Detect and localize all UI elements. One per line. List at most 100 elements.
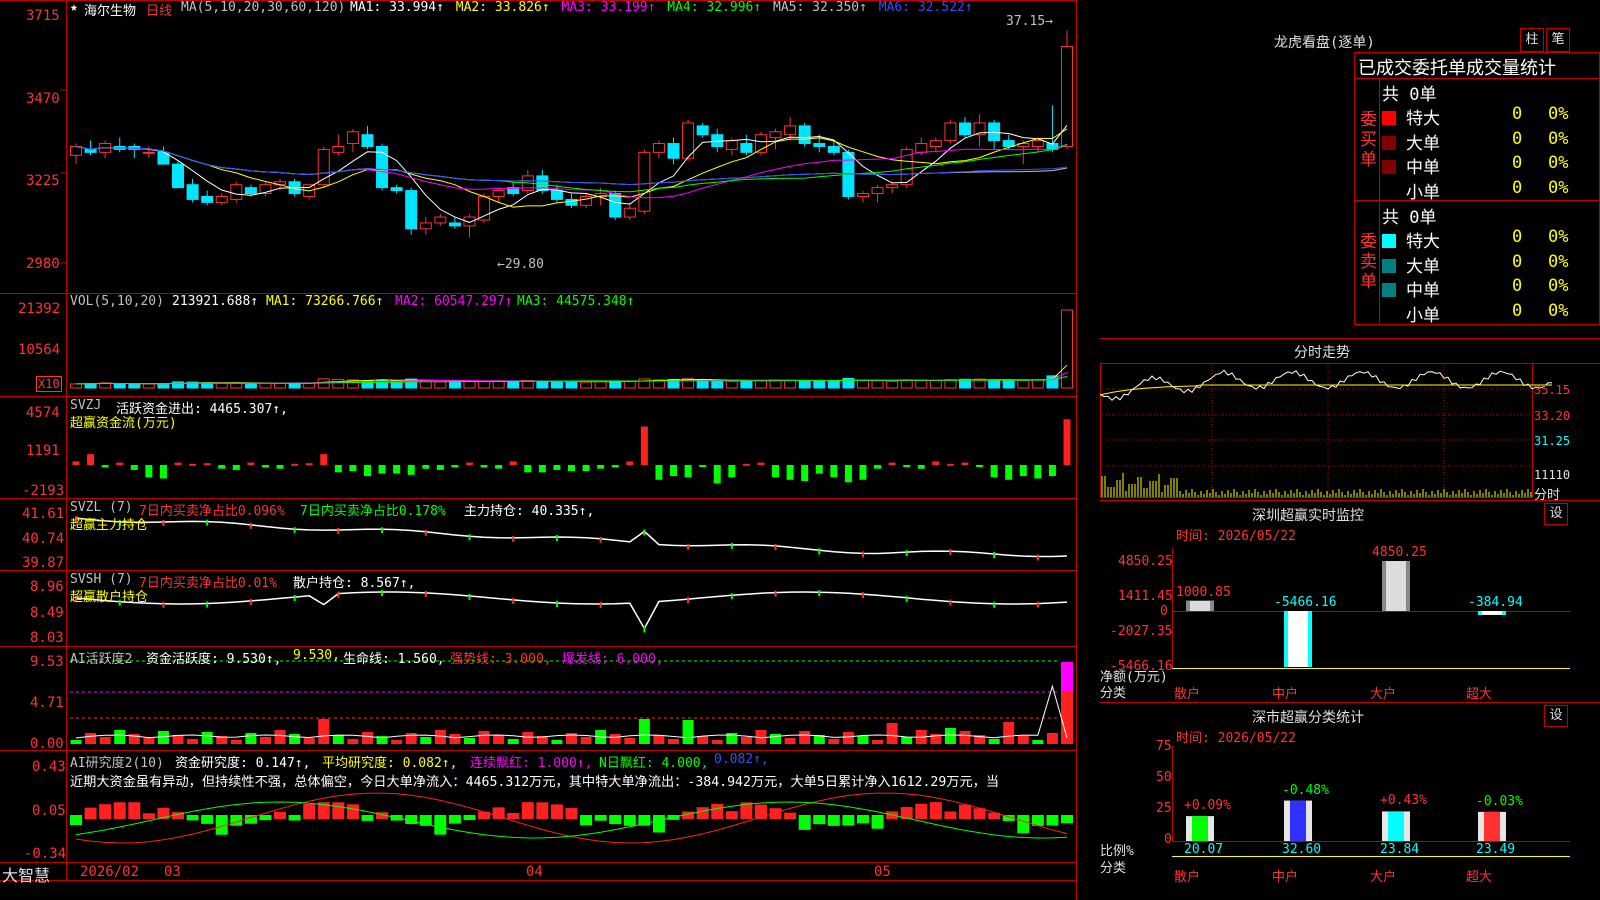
monitor-bar-中户 — [1284, 611, 1312, 667]
class-settings-button[interactable]: 设 — [1544, 705, 1568, 727]
vol-value: 213921.688↑ — [172, 294, 259, 309]
intraday-tick-2: 33.20 — [1534, 409, 1571, 423]
active-bar — [1003, 722, 1015, 744]
research-bar — [784, 812, 797, 819]
flow-bar — [757, 462, 765, 465]
flow-bar — [961, 462, 969, 465]
active-bar — [522, 732, 534, 744]
active-bar — [988, 739, 1000, 744]
monitor-title: 深圳超赢实时监控 — [1252, 508, 1364, 524]
tick-mode-button[interactable]: 笔 — [1546, 28, 1570, 52]
monitor-bar-散户 — [1186, 600, 1214, 611]
intraday-title[interactable]: 分时走势 — [1294, 342, 1350, 362]
research-bar — [128, 802, 141, 819]
active-bar — [274, 730, 286, 744]
vol-unit-badge[interactable]: X10 — [36, 376, 62, 392]
volume-bar — [113, 383, 126, 389]
monitor-bar-edge — [1210, 600, 1214, 611]
flow-bar — [1005, 465, 1013, 480]
volume-bar — [128, 383, 141, 389]
monitor-tick-2: 1411.45 — [1118, 589, 1173, 604]
class-cat-2: 中户 — [1272, 870, 1299, 885]
stat-row-name: 特大 — [1406, 109, 1440, 129]
flow-bar — [597, 465, 605, 469]
ma-item-3: MA3: 33.199↑ — [561, 0, 664, 15]
svsh-subtitle: 超赢散户持仓 — [70, 590, 149, 605]
active-bar — [1032, 740, 1044, 744]
flow-bar — [159, 465, 167, 479]
volume-bar — [492, 380, 505, 389]
research-bar — [113, 802, 126, 819]
active-bar — [711, 740, 723, 744]
active-bar — [784, 738, 796, 744]
legend-swatch — [1382, 258, 1396, 273]
active-bar — [770, 734, 782, 744]
research-bar — [696, 807, 709, 819]
research-bar — [929, 802, 942, 819]
research-bar — [798, 815, 811, 830]
volume-bar — [1017, 380, 1030, 389]
vol-tick-2: 10564 — [18, 342, 61, 358]
legend-swatch — [1382, 111, 1396, 125]
ma-line-3 — [75, 145, 1068, 199]
side-panel: 龙虎看盘(逐单) 柱 笔 已成交委托单成交量统计 委买单 委卖单 共 0单 共 … — [1100, 0, 1600, 900]
stat-row-大单: 大单 0 0% — [1382, 252, 1568, 277]
ai-active-tick-3: 0.00 — [30, 736, 64, 752]
research-bar — [274, 811, 287, 819]
period-label[interactable]: 日线 — [146, 0, 172, 19]
research-bar — [507, 812, 520, 819]
candle-body — [478, 195, 491, 221]
flow-bar — [145, 465, 153, 478]
volume-bar — [915, 379, 928, 389]
active-bar — [230, 740, 242, 744]
active-bar — [99, 737, 111, 744]
flow-bar — [422, 465, 430, 469]
active-bar — [332, 735, 344, 744]
research-bar — [842, 815, 855, 826]
active-bar — [157, 731, 169, 744]
flow-bar — [713, 465, 721, 484]
flow-bar — [495, 465, 503, 469]
stock-name[interactable]: 海尔生物 — [84, 0, 136, 19]
flow-bar — [538, 465, 546, 473]
monitor-cat-1: 散户 — [1174, 687, 1201, 702]
active-bar — [85, 733, 97, 744]
monitor-settings-button[interactable]: 设 — [1544, 503, 1568, 525]
flow-bar — [742, 463, 750, 466]
bar-mode-button[interactable]: 柱 — [1520, 28, 1544, 52]
brand-label: 大智慧 — [2, 866, 51, 885]
date-label-1: 2026/02 — [80, 864, 140, 880]
monitor-bar-超大 — [1478, 611, 1506, 615]
active-bar — [463, 738, 475, 744]
class-cat-1: 散户 — [1174, 870, 1201, 885]
volume-bar — [565, 381, 578, 389]
candle-body — [346, 131, 359, 145]
flow-bar — [830, 465, 838, 478]
active-bar — [828, 739, 840, 744]
research-bar — [1061, 815, 1073, 824]
vol-ma2: MA2: 60547.297↑ — [395, 294, 513, 309]
active-bar — [478, 731, 490, 744]
sh-line — [75, 591, 1068, 631]
volume-bar — [274, 382, 287, 389]
stat-row-count: 0 — [1512, 153, 1523, 173]
volume-bar — [332, 378, 345, 389]
class-tick-1: 75 — [1156, 739, 1172, 754]
research-bar — [725, 811, 738, 819]
volume-bar — [827, 380, 840, 389]
dragon-title: 龙虎看盘(逐单) — [1274, 35, 1375, 51]
svzl-t1: 7日内买卖净占比0.096% — [139, 504, 285, 519]
main-chart-area[interactable]: ★ 海尔生物 日线 MA(5,10,20,30,60,120) MA1: 33.… — [0, 0, 1100, 900]
stat-row-count: 0 — [1512, 128, 1523, 149]
legend-swatch — [1382, 234, 1396, 248]
active-bar — [959, 731, 971, 744]
volume-bar — [988, 379, 1001, 389]
active-bar — [799, 731, 811, 744]
ai-active-label: AI活跃度2 — [70, 652, 133, 667]
candle-body — [652, 143, 665, 153]
monitor-bar-大户 — [1382, 561, 1410, 611]
volume-bar — [303, 382, 316, 389]
flow-bar — [670, 465, 678, 477]
research-bar — [434, 815, 447, 835]
flow-bar — [815, 465, 823, 474]
